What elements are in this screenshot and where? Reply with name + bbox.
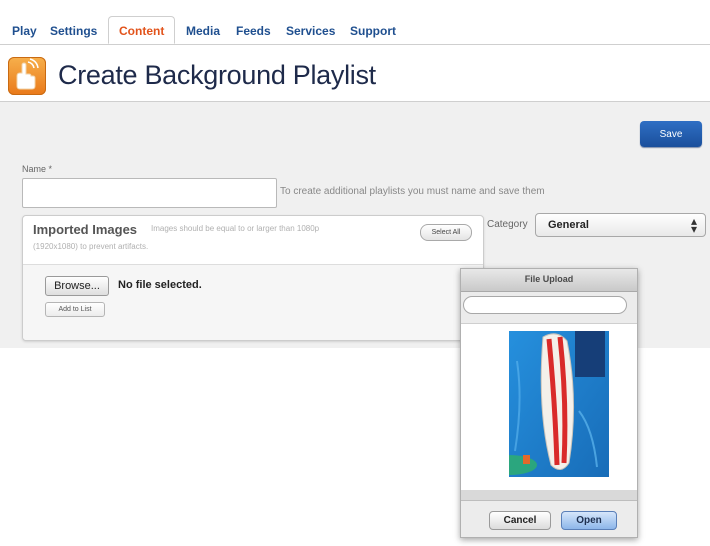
name-input[interactable] xyxy=(22,178,277,208)
category-label: Category xyxy=(487,219,528,230)
cancel-button[interactable]: Cancel xyxy=(489,511,551,530)
file-status: No file selected. xyxy=(118,279,202,291)
touch-hand-icon xyxy=(8,57,46,95)
image-size-hint: Images should be equal to or larger than… xyxy=(151,224,320,233)
select-all-button[interactable]: Select All xyxy=(420,224,472,241)
browse-button[interactable]: Browse... xyxy=(45,276,109,296)
file-preview-area xyxy=(461,323,637,491)
tab-play[interactable]: Play xyxy=(12,24,37,38)
imported-images-panel: Imported Images Images should be equal t… xyxy=(22,215,484,341)
image-size-hint-2: (1920x1080) to prevent artifacts. xyxy=(33,242,149,251)
tab-media[interactable]: Media xyxy=(186,24,220,38)
tab-feeds[interactable]: Feeds xyxy=(236,24,271,38)
select-arrows-icon: ▴ ▾ xyxy=(690,214,697,236)
tab-content[interactable]: Content xyxy=(108,16,176,44)
open-button[interactable]: Open xyxy=(561,511,617,530)
dialog-title: File Upload xyxy=(524,274,574,284)
name-hint: To create additional playlists you must … xyxy=(280,186,545,197)
page-title: Create Background Playlist xyxy=(58,60,376,90)
category-value: General xyxy=(548,219,589,231)
tab-support[interactable]: Support xyxy=(350,24,396,38)
panel-title: Imported Images xyxy=(33,222,138,237)
dialog-search-field[interactable] xyxy=(463,296,627,314)
horizontal-scrollbar[interactable] xyxy=(461,490,637,501)
dialog-titlebar[interactable]: File Upload xyxy=(461,269,637,292)
save-button[interactable]: Save xyxy=(640,121,702,147)
tab-services[interactable]: Services xyxy=(286,24,335,38)
name-label: Name * xyxy=(22,164,53,174)
surfboard-image[interactable] xyxy=(481,331,609,477)
category-select[interactable]: General ▴ ▾ xyxy=(535,213,706,237)
top-nav: Play Settings Content Media Feeds Servic… xyxy=(0,8,710,45)
panel-header: Imported Images Images should be equal t… xyxy=(23,216,483,265)
file-upload-dialog: File Upload Cancel Open xyxy=(460,268,638,538)
add-to-list-button[interactable]: Add to List xyxy=(45,302,105,317)
tab-settings[interactable]: Settings xyxy=(50,24,97,38)
